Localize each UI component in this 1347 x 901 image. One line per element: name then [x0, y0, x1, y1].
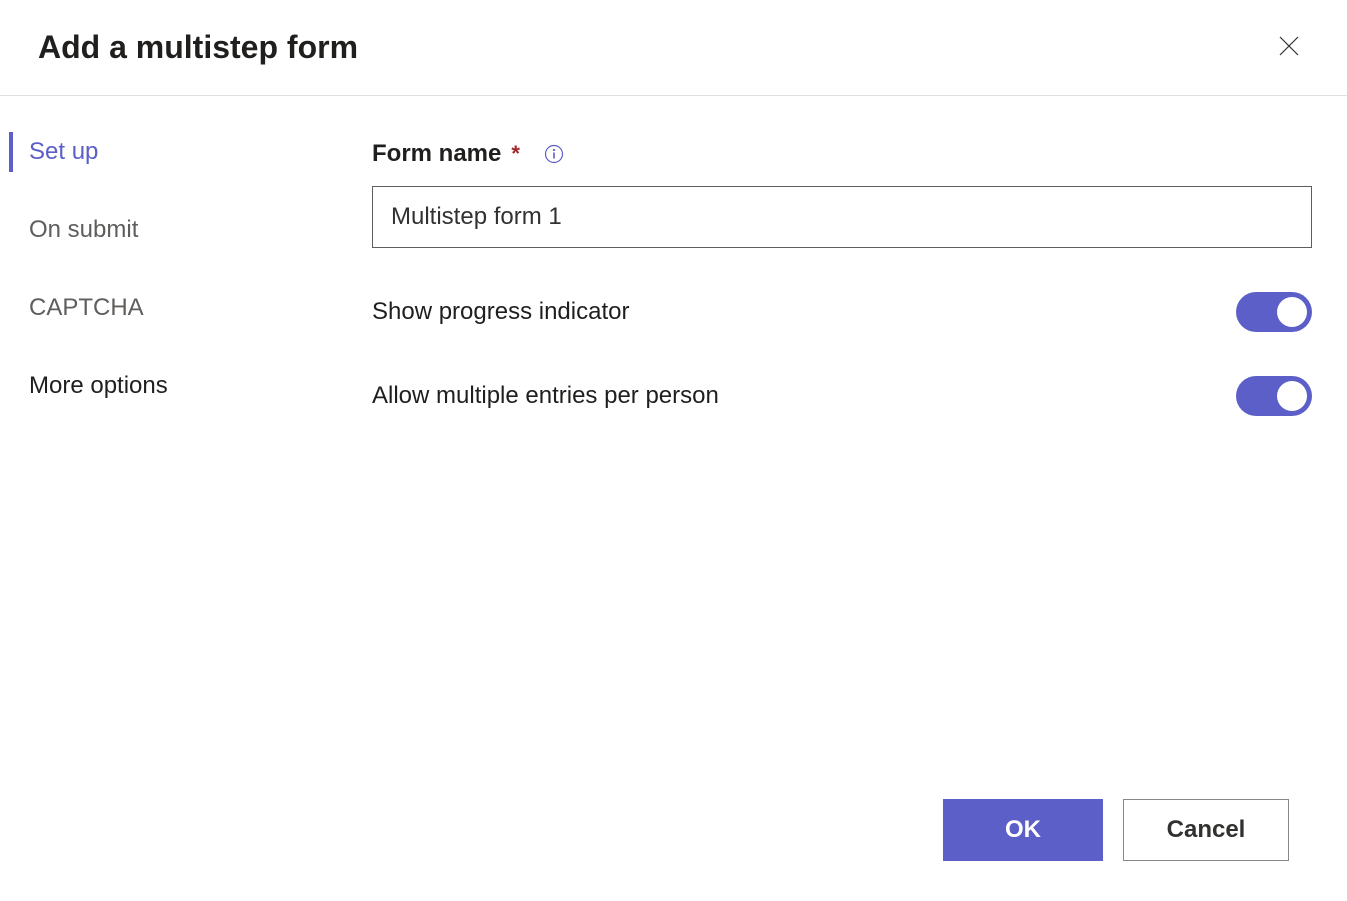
toggle-knob — [1277, 297, 1307, 327]
show-progress-row: Show progress indicator — [372, 292, 1312, 332]
close-icon — [1277, 34, 1301, 61]
required-indicator: * — [511, 141, 520, 167]
cancel-button[interactable]: Cancel — [1123, 799, 1289, 861]
info-icon[interactable] — [544, 144, 564, 164]
show-progress-toggle[interactable] — [1236, 292, 1312, 332]
allow-multiple-label: Allow multiple entries per person — [372, 382, 719, 410]
sidebar: Set up On submit CAPTCHA More options — [0, 132, 372, 416]
form-name-label: Form name — [372, 140, 501, 168]
sidebar-item-on-submit[interactable]: On submit — [9, 210, 372, 250]
allow-multiple-toggle[interactable] — [1236, 376, 1312, 416]
dialog-body: Set up On submit CAPTCHA More options Fo… — [0, 96, 1347, 416]
form-name-input[interactable] — [372, 186, 1312, 248]
sidebar-item-label: More options — [29, 372, 168, 399]
main-panel: Form name * Show progress indicator Allo… — [372, 132, 1347, 416]
form-name-label-row: Form name * — [372, 140, 1315, 168]
dialog-footer: OK Cancel — [943, 799, 1289, 861]
sidebar-item-setup[interactable]: Set up — [9, 132, 372, 172]
sidebar-item-label: On submit — [29, 216, 138, 243]
dialog-header: Add a multistep form — [0, 0, 1347, 96]
sidebar-item-captcha[interactable]: CAPTCHA — [9, 288, 372, 328]
ok-button[interactable]: OK — [943, 799, 1103, 861]
toggle-knob — [1277, 381, 1307, 411]
sidebar-item-label: Set up — [29, 138, 98, 165]
show-progress-label: Show progress indicator — [372, 298, 629, 326]
sidebar-item-label: CAPTCHA — [29, 294, 144, 321]
sidebar-item-more-options[interactable]: More options — [9, 366, 372, 406]
close-button[interactable] — [1271, 28, 1307, 67]
allow-multiple-row: Allow multiple entries per person — [372, 376, 1312, 416]
dialog-title: Add a multistep form — [38, 29, 358, 66]
